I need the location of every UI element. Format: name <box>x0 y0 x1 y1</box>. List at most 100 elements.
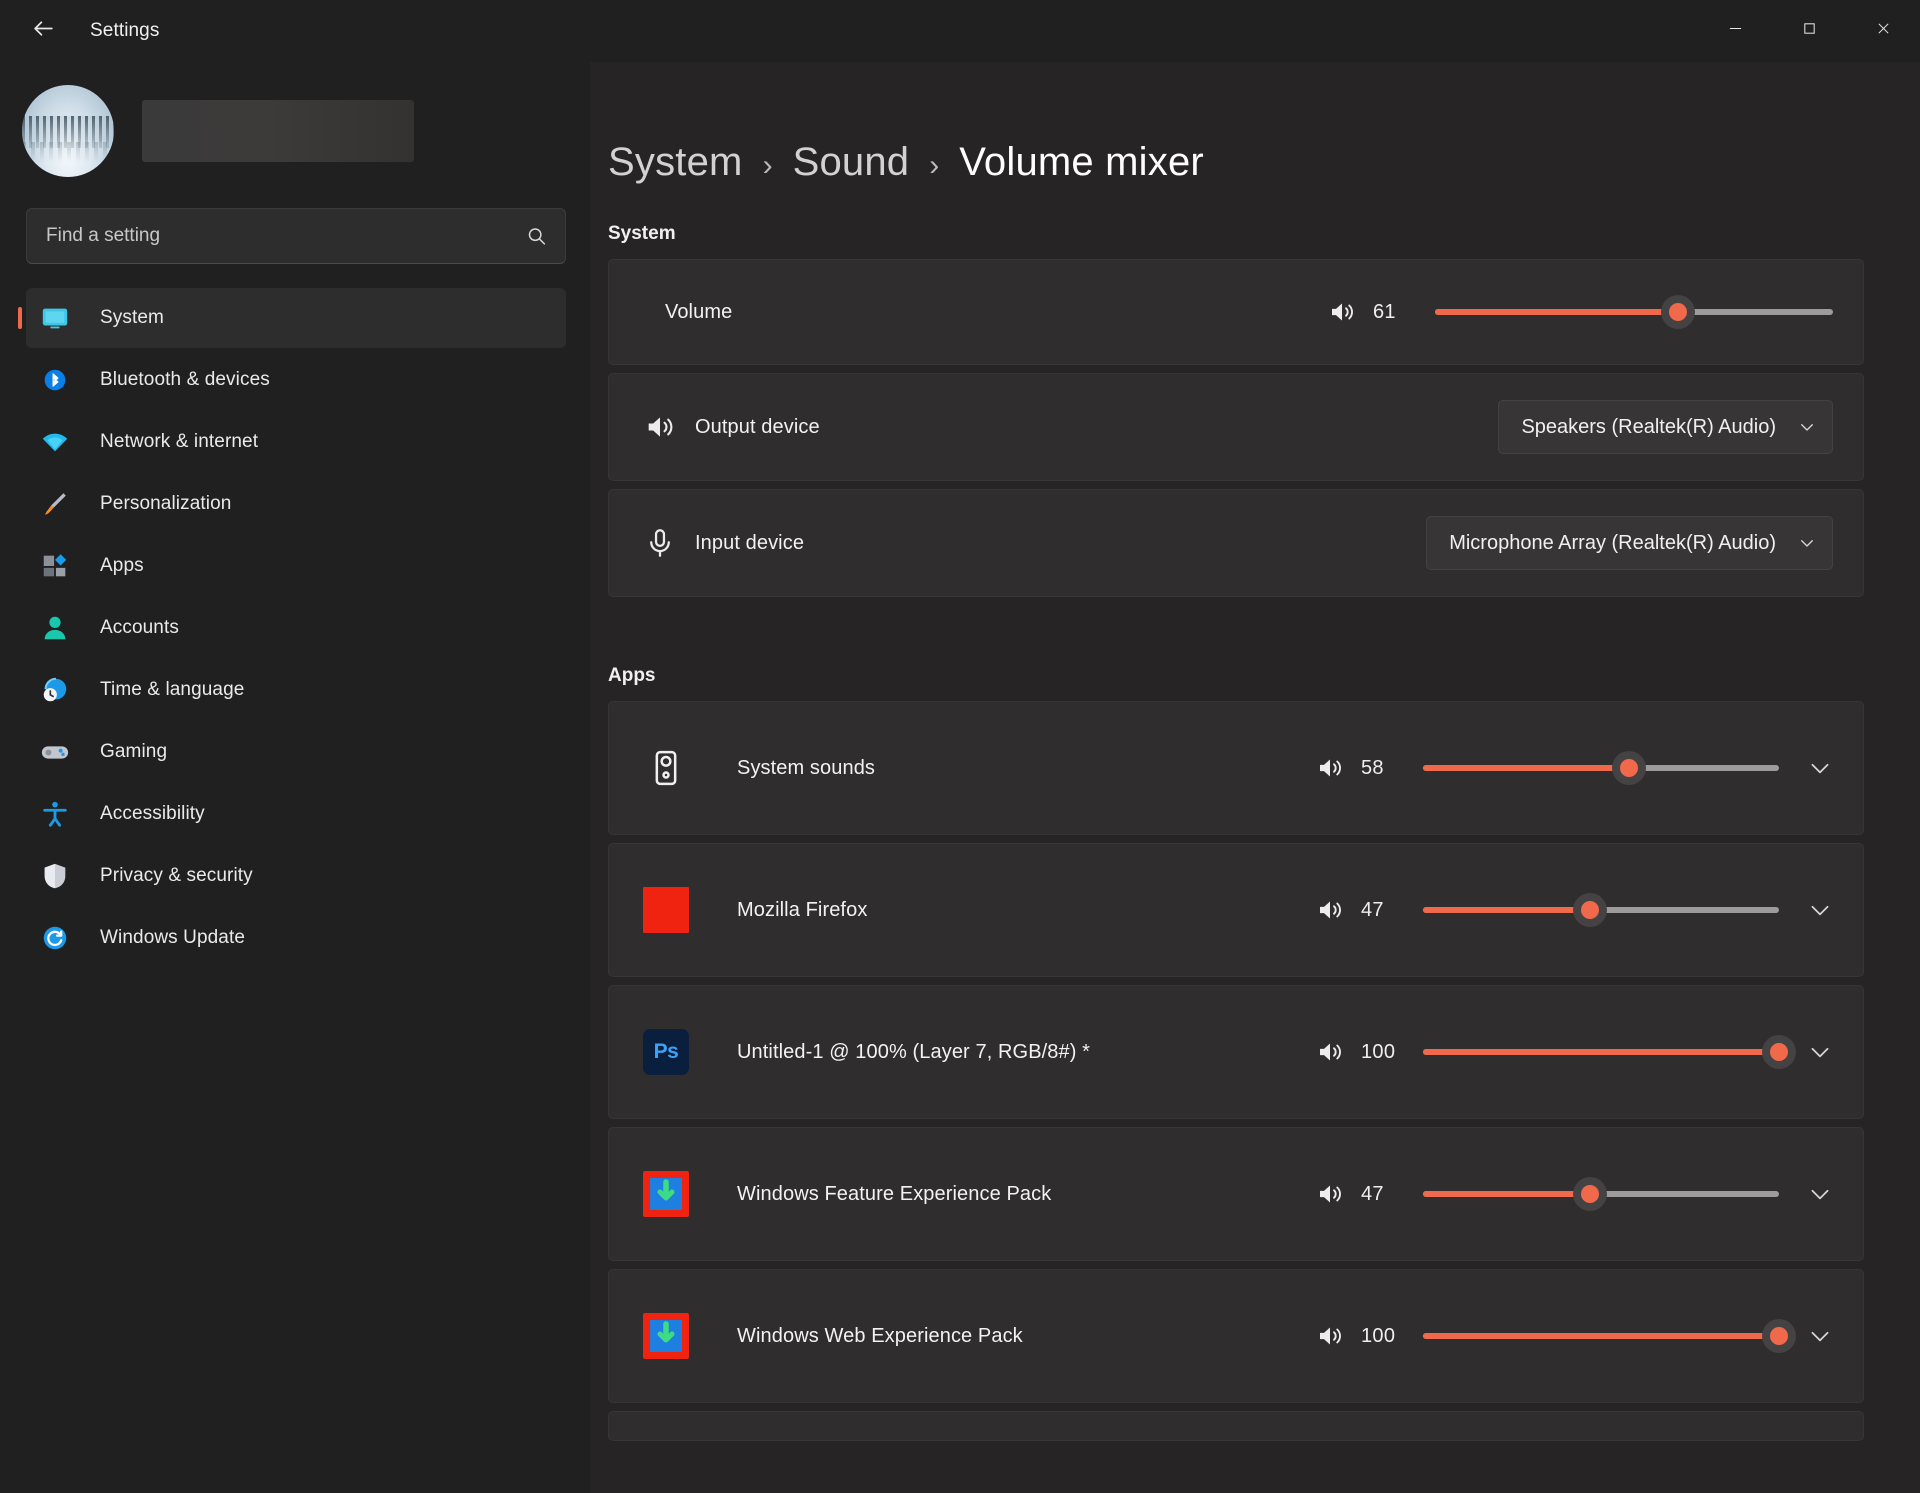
sidebar-item-privacy-security[interactable]: Privacy & security <box>26 846 566 906</box>
speaker-icon[interactable] <box>1315 753 1345 783</box>
sidebar-item-accessibility[interactable]: Accessibility <box>26 784 566 844</box>
volume-slider-group: 61 <box>1327 295 1833 329</box>
back-button[interactable] <box>18 10 68 52</box>
sidebar-item-label: Windows Update <box>100 927 246 948</box>
sidebar-item-personalization[interactable]: Personalization <box>26 474 566 534</box>
speaker-icon[interactable] <box>1315 1037 1345 1067</box>
breadcrumb-system[interactable]: System <box>608 140 743 185</box>
clock-globe-icon <box>40 672 84 708</box>
app-slider-group: 58 <box>1315 751 1779 785</box>
speaker-icon[interactable] <box>1315 1321 1345 1351</box>
slider-fill <box>1423 1191 1591 1197</box>
sidebar-item-time-language[interactable]: Time & language <box>26 660 566 720</box>
app-name: Untitled-1 @ 100% (Layer 7, RGB/8#) * <box>737 1040 1091 1063</box>
sidebar-item-label: Bluetooth & devices <box>100 369 270 390</box>
app-volume-slider[interactable] <box>1423 1177 1779 1211</box>
app-volume-slider[interactable] <box>1423 893 1779 927</box>
search-section <box>0 180 590 264</box>
output-device-dropdown[interactable]: Speakers (Realtek(R) Audio) <box>1498 400 1833 454</box>
window-title: Settings <box>90 20 160 41</box>
sidebar-nav: System Bluetooth & devices Network & int… <box>0 288 590 970</box>
section-heading-system: System <box>608 223 676 244</box>
sidebar: System Bluetooth & devices Network & int… <box>0 62 590 1493</box>
search-box[interactable] <box>26 208 566 264</box>
sidebar-item-accounts[interactable]: Accounts <box>26 598 566 658</box>
slider-thumb[interactable] <box>1573 1177 1608 1211</box>
slider-thumb[interactable] <box>1762 1319 1796 1353</box>
paintbrush-icon <box>40 486 84 522</box>
volume-label: Volume <box>665 300 733 323</box>
input-device-label: Input device <box>695 531 805 554</box>
volume-slider[interactable] <box>1435 295 1833 329</box>
maximize-icon <box>1802 21 1817 41</box>
gamepad-icon <box>40 734 84 770</box>
settings-window: Settings Find a setting System Bluetooth… <box>0 0 1920 1493</box>
app-row: Mozilla Firefox 47 <box>608 843 1864 977</box>
title-bar: Settings <box>0 0 1920 62</box>
app-volume-slider[interactable] <box>1423 1319 1796 1353</box>
search-input[interactable] <box>27 225 565 247</box>
avatar <box>22 85 114 177</box>
sidebar-item-network-internet[interactable]: Network & internet <box>26 412 566 472</box>
sidebar-item-system[interactable]: System <box>26 288 566 348</box>
maximize-button[interactable] <box>1772 0 1846 62</box>
chevron-down-icon[interactable] <box>1807 1181 1833 1207</box>
input-device-dropdown[interactable]: Microphone Array (Realtek(R) Audio) <box>1426 516 1833 570</box>
slider-fill <box>1423 765 1630 771</box>
slider-thumb[interactable] <box>1612 751 1647 785</box>
search-icon[interactable] <box>526 226 547 247</box>
slider-fill <box>1423 907 1591 913</box>
app-slider-group: 47 <box>1315 893 1779 927</box>
app-volume-slider[interactable] <box>1423 751 1779 785</box>
app-name: Mozilla Firefox <box>737 898 868 921</box>
app-slider-group: 100 <box>1315 1035 1796 1069</box>
monitor-icon <box>40 300 84 336</box>
close-button[interactable] <box>1846 0 1920 62</box>
minimize-button[interactable] <box>1698 0 1772 62</box>
chevron-down-icon[interactable] <box>1807 1039 1833 1065</box>
sidebar-item-windows-update[interactable]: Windows Update <box>26 908 566 968</box>
app-slider-group: 47 <box>1315 1177 1779 1211</box>
chevron-down-icon[interactable] <box>1807 1323 1833 1349</box>
chevron-down-icon[interactable] <box>1807 755 1833 781</box>
app-name: System sounds <box>737 756 876 779</box>
avatar-image-detail-2 <box>22 142 114 163</box>
sidebar-item-label: Accessibility <box>100 803 205 824</box>
photoshop-icon: Ps <box>643 1029 689 1075</box>
shield-icon <box>40 858 84 894</box>
slider-thumb[interactable] <box>1762 1035 1796 1069</box>
slider-thumb[interactable] <box>1660 295 1695 329</box>
accessibility-icon <box>40 796 84 832</box>
app-row: Windows Web Experience Pack 100 <box>608 1269 1864 1403</box>
back-arrow-icon <box>31 16 56 46</box>
microsoft-store-icon <box>643 1171 689 1217</box>
profile-name-redacted <box>142 100 414 162</box>
output-device-value: Speakers (Realtek(R) Audio) <box>1521 415 1776 438</box>
main-content: System › Sound › Volume mixer System Vol… <box>590 62 1920 1493</box>
speaker-icon[interactable] <box>1327 297 1357 327</box>
microsoft-store-icon <box>643 1313 689 1359</box>
input-device-row: Input device Microphone Array (Realtek(R… <box>608 489 1864 597</box>
profile-section[interactable] <box>0 62 590 180</box>
app-volume-value: 47 <box>1361 1182 1384 1205</box>
speaker-icon[interactable] <box>1315 895 1345 925</box>
sidebar-item-apps[interactable]: Apps <box>26 536 566 596</box>
bluetooth-icon <box>40 362 84 398</box>
app-name: Windows Feature Experience Pack <box>737 1182 1052 1205</box>
sidebar-item-bluetooth-devices[interactable]: Bluetooth & devices <box>26 350 566 410</box>
slider-fill <box>1435 309 1678 315</box>
input-device-value: Microphone Array (Realtek(R) Audio) <box>1449 531 1776 554</box>
app-row-partial <box>608 1411 1864 1441</box>
breadcrumb-sound[interactable]: Sound <box>793 140 910 185</box>
app-volume-slider[interactable] <box>1423 1035 1796 1069</box>
app-volume-value: 100 <box>1361 1040 1396 1063</box>
speaker-icon[interactable] <box>1315 1179 1345 1209</box>
chevron-down-icon[interactable] <box>1807 897 1833 923</box>
sidebar-item-gaming[interactable]: Gaming <box>26 722 566 782</box>
slider-thumb[interactable] <box>1573 893 1608 927</box>
chevron-down-icon <box>1798 534 1816 552</box>
sidebar-item-label: System <box>100 307 164 328</box>
sidebar-item-label: Network & internet <box>100 431 259 452</box>
microphone-icon <box>643 526 695 560</box>
app-row: System sounds 58 <box>608 701 1864 835</box>
